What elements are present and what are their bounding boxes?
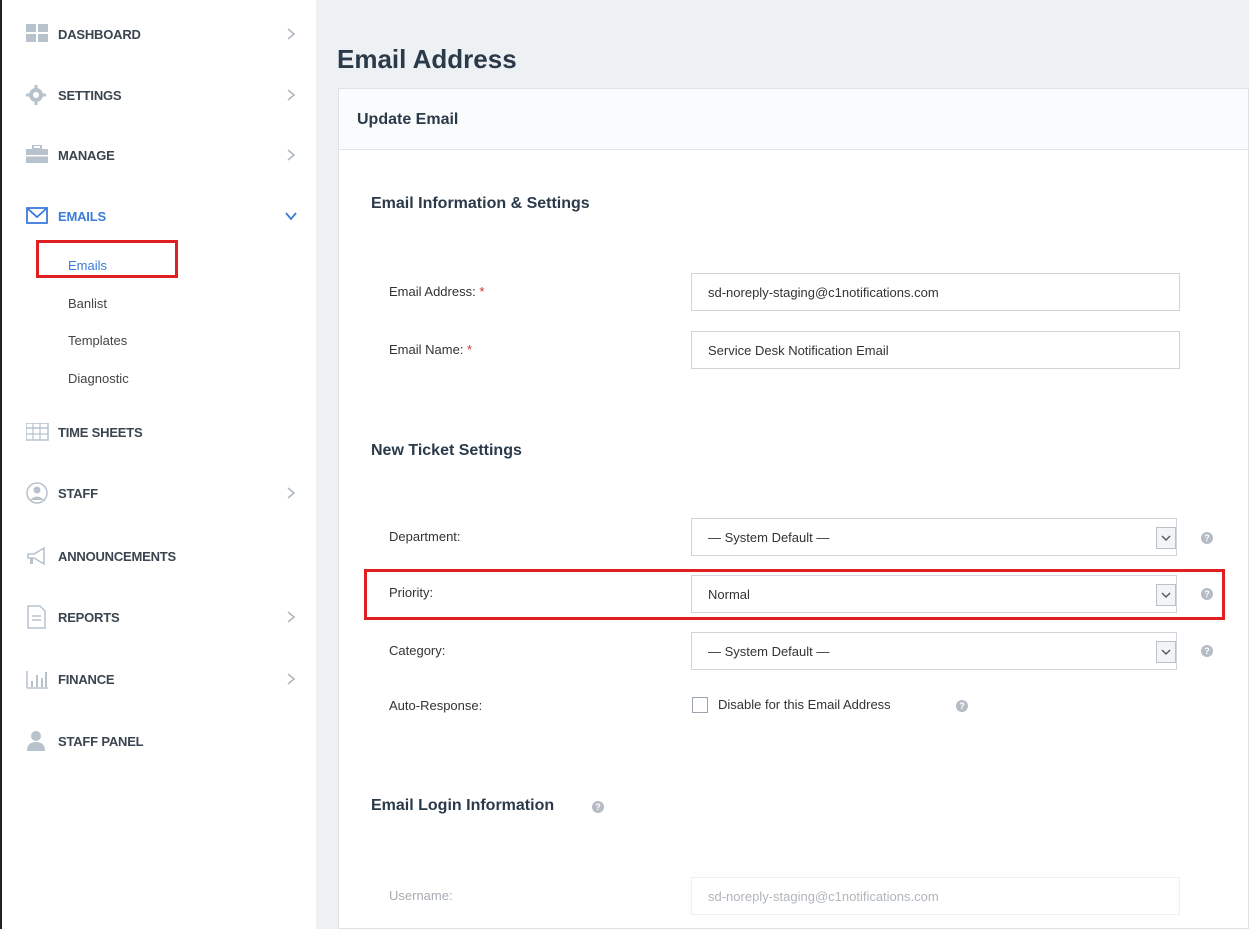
- required-mark: *: [467, 342, 473, 357]
- highlight-box-emails: [36, 240, 178, 278]
- disable-autoresponse-label[interactable]: Disable for this Email Address: [718, 697, 891, 712]
- chevron-right-icon: [284, 27, 298, 41]
- briefcase-icon: [26, 143, 60, 167]
- document-icon: [26, 605, 60, 629]
- chevron-down-icon[interactable]: [1156, 527, 1176, 549]
- email-address-input[interactable]: [691, 273, 1180, 311]
- section-login-info-text: Email Login Information: [371, 797, 555, 814]
- megaphone-icon: [26, 544, 60, 568]
- nav-settings-label: SETTINGS: [58, 87, 122, 103]
- category-select-value: — System Default —: [708, 643, 830, 659]
- help-icon[interactable]: ?: [1201, 645, 1213, 657]
- email-name-input[interactable]: [691, 331, 1180, 369]
- grid-icon: [26, 420, 60, 444]
- department-select-value: — System Default —: [708, 529, 830, 545]
- nav-finance[interactable]: FINANCE: [2, 659, 318, 699]
- department-label: Department:: [389, 529, 461, 544]
- nav-reports-label: REPORTS: [58, 609, 120, 625]
- page-title: Email Address: [337, 44, 517, 74]
- nav-dashboard-label: DASHBOARD: [58, 26, 141, 42]
- disable-autoresponse-checkbox[interactable]: [692, 697, 708, 713]
- chevron-right-icon: [284, 610, 298, 624]
- section-ticket-settings-title: New Ticket Settings: [371, 442, 522, 459]
- email-address-label: Email Address: *: [389, 284, 484, 299]
- nav-staff[interactable]: STAFF: [2, 473, 318, 513]
- username-label: Username:: [389, 888, 453, 903]
- gear-icon: [26, 83, 60, 107]
- auto-response-label: Auto-Response:: [389, 698, 483, 713]
- nav-reports[interactable]: REPORTS: [2, 597, 318, 637]
- category-select[interactable]: — System Default —: [691, 632, 1177, 670]
- chevron-right-icon: [284, 148, 298, 162]
- nav-emails[interactable]: EMAILS: [2, 196, 318, 236]
- section-login-info-title: Email Login Information: [371, 797, 554, 815]
- chevron-down-icon: [284, 209, 298, 223]
- sidebar: DASHBOARD SETTINGS MANAGE EMAILS Emails …: [0, 0, 316, 929]
- panel-title: Update Email: [357, 111, 459, 128]
- nav-staff-panel[interactable]: STAFF PANEL: [2, 721, 318, 761]
- bar-chart-icon: [26, 667, 60, 691]
- chevron-down-icon[interactable]: [1156, 641, 1176, 663]
- chevron-right-icon: [284, 486, 298, 500]
- nav-dashboard[interactable]: DASHBOARD: [2, 14, 318, 54]
- nav-announcements[interactable]: ANNOUNCEMENTS: [2, 536, 318, 576]
- nav-finance-label: FINANCE: [58, 671, 115, 687]
- nav-manage-label: MANAGE: [58, 147, 115, 163]
- email-address-label-text: Email Address:: [389, 284, 476, 299]
- subnav-diagnostic[interactable]: Diagnostic: [68, 371, 129, 386]
- panel-header: Update Email: [339, 89, 1248, 150]
- envelope-icon: [26, 204, 60, 228]
- help-icon[interactable]: ?: [1201, 532, 1213, 544]
- help-icon[interactable]: ?: [592, 801, 604, 813]
- person-icon: [26, 729, 60, 753]
- nav-announcements-label: ANNOUNCEMENTS: [58, 548, 177, 564]
- nav-emails-label: EMAILS: [58, 208, 106, 224]
- help-icon[interactable]: ?: [956, 700, 968, 712]
- nav-staff-panel-label: STAFF PANEL: [58, 733, 144, 749]
- highlight-box-priority: [364, 569, 1225, 620]
- chevron-right-icon: [284, 672, 298, 686]
- required-mark: *: [479, 284, 485, 299]
- subnav-banlist[interactable]: Banlist: [68, 296, 107, 311]
- email-name-label: Email Name: *: [389, 342, 472, 357]
- department-select[interactable]: — System Default —: [691, 518, 1177, 556]
- dashboard-icon: [26, 22, 60, 46]
- nav-time-sheets[interactable]: TIME SHEETS: [2, 412, 318, 452]
- nav-manage[interactable]: MANAGE: [2, 135, 318, 175]
- section-email-info-title: Email Information & Settings: [371, 195, 590, 212]
- user-circle-icon: [26, 481, 60, 505]
- nav-settings[interactable]: SETTINGS: [2, 75, 318, 115]
- nav-time-sheets-label: TIME SHEETS: [58, 424, 143, 440]
- category-label: Category:: [389, 643, 446, 658]
- username-input[interactable]: [691, 877, 1180, 915]
- nav-staff-label: STAFF: [58, 485, 98, 501]
- chevron-right-icon: [284, 88, 298, 102]
- subnav-templates[interactable]: Templates: [68, 333, 127, 348]
- email-name-label-text: Email Name:: [389, 342, 464, 357]
